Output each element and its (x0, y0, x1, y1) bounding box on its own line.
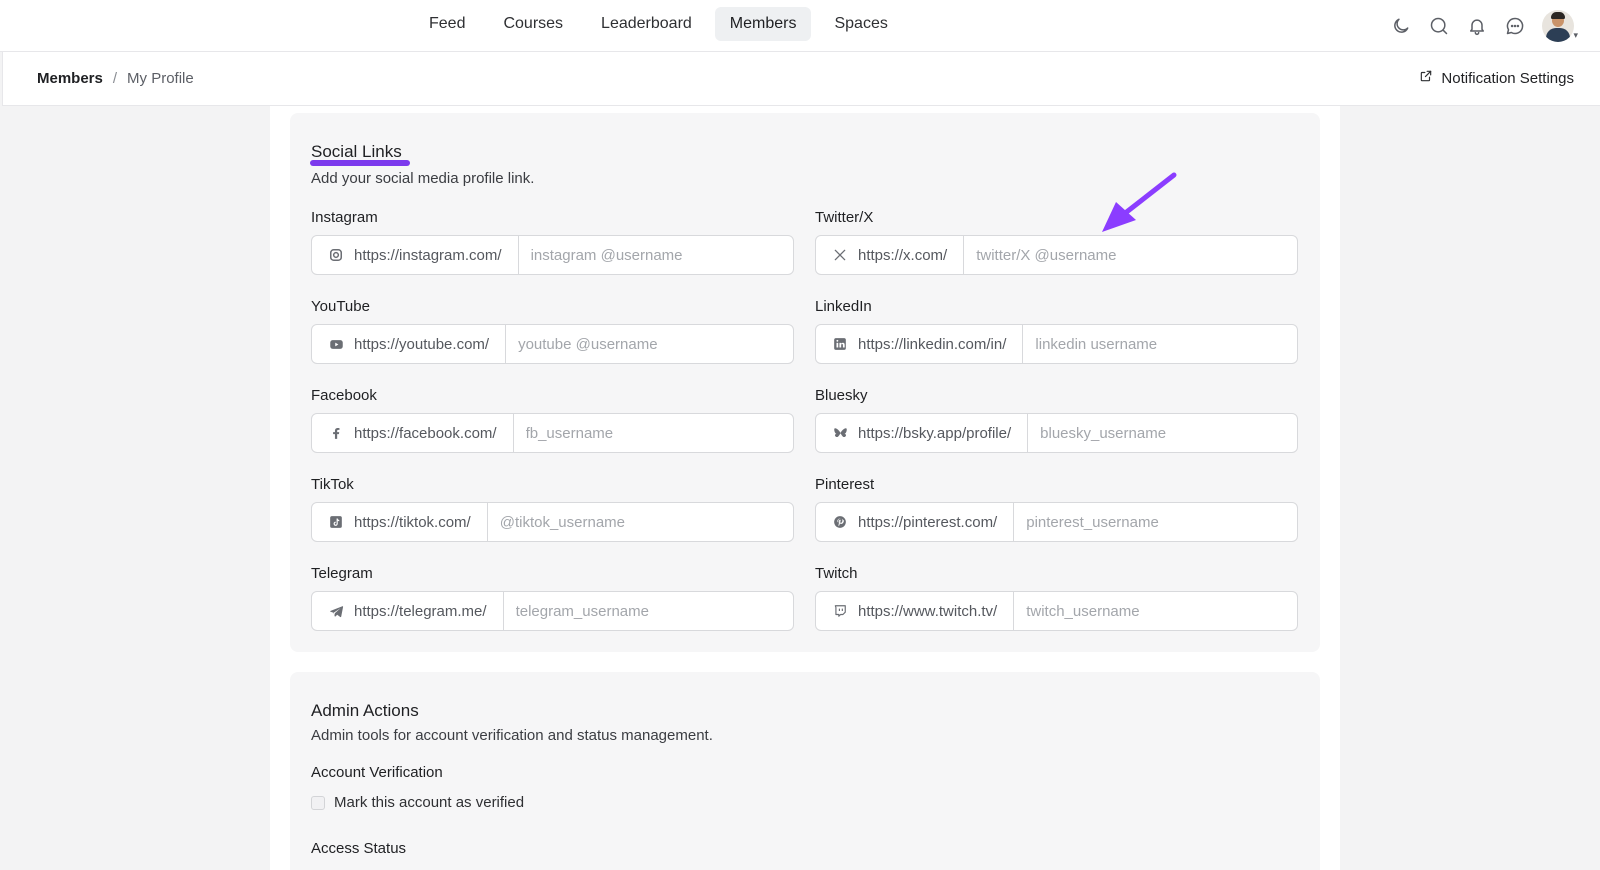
instagram-field: https://instagram.com/ (311, 235, 794, 275)
twitch-username-input[interactable] (1014, 592, 1297, 630)
chevron-down-icon: ▾ (1573, 30, 1578, 40)
verified-checkbox[interactable] (311, 795, 325, 810)
facebook-prefix: https://facebook.com/ (312, 414, 514, 452)
telegram-icon (328, 603, 344, 619)
pinterest-label: Pinterest (815, 476, 875, 493)
title-highlight-underline (310, 160, 410, 166)
bluesky-label: Bluesky (815, 387, 868, 404)
nav-link-spaces[interactable]: Spaces (819, 7, 902, 41)
bluesky-username-input[interactable] (1028, 414, 1297, 452)
instagram-prefix-text: https://instagram.com/ (354, 246, 502, 264)
tiktok-username-input[interactable] (487, 503, 793, 541)
pinterest-icon (832, 514, 848, 530)
nav-link-feed[interactable]: Feed (414, 7, 480, 41)
facebook-icon (328, 425, 344, 441)
notification-settings-link[interactable]: Notification Settings (1419, 69, 1574, 87)
youtube-prefix: https://youtube.com/ (312, 325, 507, 363)
nav-link-members[interactable]: Members (714, 7, 812, 41)
bluesky-icon (832, 425, 848, 441)
tiktok-label: TikTok (311, 476, 354, 493)
instagram-label: Instagram (311, 209, 378, 226)
notification-settings-label: Notification Settings (1441, 69, 1574, 87)
nav-icon-group (1388, 6, 1574, 46)
facebook-field: https://facebook.com/ (311, 413, 794, 453)
twitch-prefix: https://www.twitch.tv/ (816, 592, 1015, 630)
tiktok-field: https://tiktok.com/ (311, 502, 794, 542)
linkedin-field: https://linkedin.com/in/ (815, 324, 1298, 364)
twitch-icon (832, 603, 848, 619)
breadcrumb: Members / My Profile (37, 70, 194, 87)
access-status-label: Access Status (311, 840, 407, 857)
tiktok-prefix: https://tiktok.com/ (312, 503, 488, 541)
breadcrumb-current: My Profile (127, 70, 194, 87)
admin-actions-card: Admin Actions Admin tools for account ve… (290, 672, 1320, 870)
pinterest-prefix: https://pinterest.com/ (816, 503, 1015, 541)
twitter-label: Twitter/X (815, 209, 874, 226)
instagram-icon (328, 247, 344, 263)
top-navigation: Feed Courses Leaderboard Members Spaces … (0, 0, 1600, 52)
facebook-username-input[interactable] (513, 414, 793, 452)
youtube-icon (328, 336, 344, 352)
social-links-description: Add your social media profile link. (311, 170, 535, 187)
bluesky-prefix-text: https://bsky.app/profile/ (858, 424, 1012, 442)
chat-icon[interactable] (1502, 13, 1528, 39)
x-icon (832, 247, 848, 263)
nav-link-leaderboard[interactable]: Leaderboard (586, 7, 707, 41)
admin-actions-description: Admin tools for account verification and… (311, 727, 713, 744)
profile-content-column: Social Links Add your social media profi… (270, 106, 1340, 870)
main-nav-links: Feed Courses Leaderboard Members Spaces (414, 7, 903, 41)
pinterest-field: https://pinterest.com/ (815, 502, 1298, 542)
account-verification-label: Account Verification (311, 764, 443, 781)
telegram-username-input[interactable] (503, 592, 793, 630)
linkedin-prefix: https://linkedin.com/in/ (816, 325, 1024, 363)
breadcrumb-separator: / (112, 70, 118, 87)
facebook-label: Facebook (311, 387, 377, 404)
breadcrumb-bar: Members / My Profile Notification Settin… (2, 52, 1600, 106)
tiktok-prefix-text: https://tiktok.com/ (354, 513, 471, 531)
twitter-prefix: https://x.com/ (816, 236, 965, 274)
linkedin-label: LinkedIn (815, 298, 872, 315)
facebook-prefix-text: https://facebook.com/ (354, 424, 497, 442)
telegram-prefix-text: https://telegram.me/ (354, 602, 487, 620)
twitch-field: https://www.twitch.tv/ (815, 591, 1298, 631)
twitter-field: https://x.com/ (815, 235, 1298, 275)
linkedin-icon (832, 336, 848, 352)
bluesky-field: https://bsky.app/profile/ (815, 413, 1298, 453)
social-links-title: Social Links (311, 142, 402, 161)
pinterest-username-input[interactable] (1014, 503, 1297, 541)
twitter-prefix-text: https://x.com/ (858, 246, 948, 264)
twitter-username-input[interactable] (964, 236, 1297, 274)
youtube-username-input[interactable] (506, 325, 793, 363)
external-link-icon (1419, 69, 1433, 87)
breadcrumb-members[interactable]: Members (37, 70, 103, 87)
linkedin-prefix-text: https://linkedin.com/in/ (858, 335, 1007, 353)
tiktok-icon (328, 514, 344, 530)
verified-checkbox-label: Mark this account as verified (334, 794, 525, 811)
user-avatar[interactable] (1542, 10, 1574, 42)
instagram-username-input[interactable] (518, 236, 793, 274)
linkedin-username-input[interactable] (1023, 325, 1297, 363)
pinterest-prefix-text: https://pinterest.com/ (858, 513, 998, 531)
telegram-prefix: https://telegram.me/ (312, 592, 504, 630)
twitch-label: Twitch (815, 565, 858, 582)
bell-icon[interactable] (1464, 13, 1490, 39)
bluesky-prefix: https://bsky.app/profile/ (816, 414, 1029, 452)
twitch-prefix-text: https://www.twitch.tv/ (858, 602, 998, 620)
youtube-label: YouTube (311, 298, 370, 315)
moon-icon[interactable] (1388, 13, 1414, 39)
nav-link-courses[interactable]: Courses (488, 7, 578, 41)
verified-checkbox-row: Mark this account as verified (311, 794, 524, 811)
youtube-prefix-text: https://youtube.com/ (354, 335, 490, 353)
youtube-field: https://youtube.com/ (311, 324, 794, 364)
admin-actions-title: Admin Actions (311, 701, 419, 720)
search-icon[interactable] (1426, 13, 1452, 39)
telegram-label: Telegram (311, 565, 373, 582)
social-links-card: Social Links Add your social media profi… (290, 113, 1320, 652)
instagram-prefix: https://instagram.com/ (312, 236, 519, 274)
telegram-field: https://telegram.me/ (311, 591, 794, 631)
